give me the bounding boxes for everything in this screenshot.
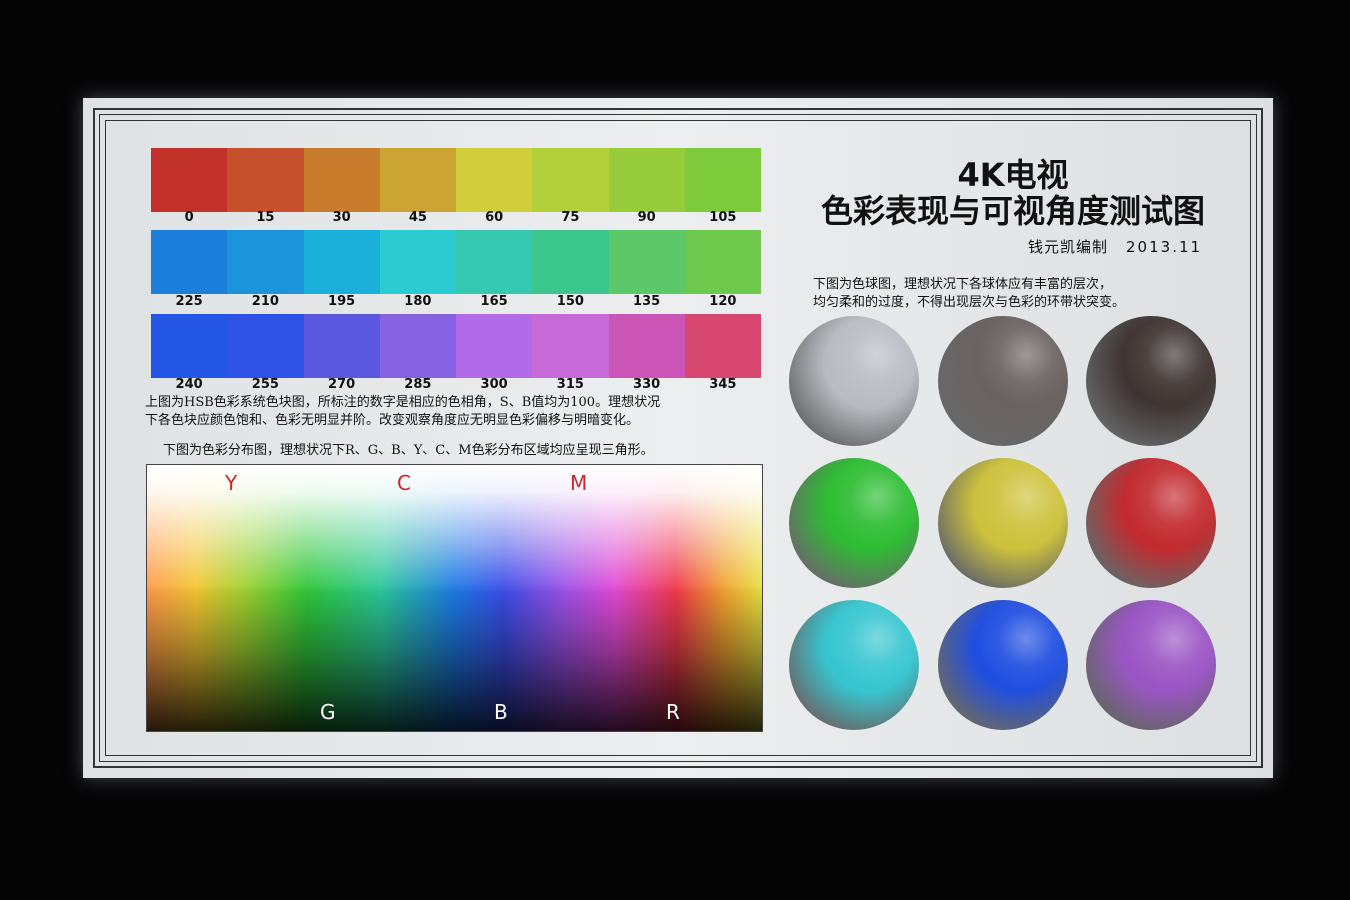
projected-test-chart: 0 15 30 45 60 75 90 105 225 210 195 180 … <box>83 98 1273 778</box>
hue-swatch-330 <box>608 314 685 378</box>
hue-swatch-255 <box>227 314 304 378</box>
label-c: C <box>397 471 411 495</box>
color-ball-1 <box>789 316 919 446</box>
hue-label: 300 <box>480 377 508 392</box>
hue-label: 195 <box>328 294 356 309</box>
hue-label: 330 <box>633 377 661 392</box>
hue-swatch-180 <box>379 230 456 294</box>
hue-swatch-300 <box>456 314 533 378</box>
hue-labels-row-1: 0 15 30 45 60 75 90 105 <box>151 210 761 225</box>
hue-label: 75 <box>561 210 580 225</box>
hue-swatch-150 <box>532 230 609 294</box>
hue-label: 30 <box>332 210 351 225</box>
hue-swatch-315 <box>532 314 609 378</box>
label-g: G <box>320 700 336 724</box>
title-line-2: 色彩表现与可视角度测试图 <box>820 192 1205 230</box>
label-b: B <box>494 700 508 724</box>
hue-labels-row-2: 225 210 195 180 165 150 135 120 <box>151 294 761 309</box>
color-distribution-chart: Y C M G B R <box>146 464 763 732</box>
hue-label: 255 <box>251 377 279 392</box>
hue-labels-row-3: 240 255 270 285 300 315 330 345 <box>151 377 761 392</box>
hue-swatch-165 <box>456 230 533 294</box>
color-ball-5 <box>938 458 1068 588</box>
hsb-caption-line-1: 上图为HSB色彩系统色块图，所标注的数字是相应的色相角，S、B值均为100。理想… <box>145 395 661 410</box>
hue-swatch-30 <box>303 148 380 212</box>
hue-label: 90 <box>637 210 656 225</box>
hue-label: 225 <box>175 294 203 309</box>
hue-label: 285 <box>404 377 432 392</box>
hue-label: 120 <box>709 294 737 309</box>
hue-swatch-15 <box>227 148 304 212</box>
label-r: R <box>666 700 680 724</box>
hue-label: 150 <box>556 294 584 309</box>
hue-swatch-345 <box>684 314 761 378</box>
color-ball-7 <box>789 600 919 730</box>
hue-label: 135 <box>633 294 661 309</box>
hue-label: 45 <box>408 210 427 225</box>
hue-swatch-row-1 <box>151 148 761 212</box>
hue-swatch-90 <box>608 148 685 212</box>
hue-label: 210 <box>251 294 279 309</box>
hue-swatch-row-2 <box>151 230 761 294</box>
color-ball-3 <box>1086 316 1216 446</box>
hue-label: 165 <box>480 294 508 309</box>
hue-label: 60 <box>485 210 504 225</box>
color-ball-9 <box>1086 600 1216 730</box>
hue-swatch-0 <box>151 148 228 212</box>
hue-swatch-120 <box>684 230 761 294</box>
hue-swatch-135 <box>608 230 685 294</box>
author-date: 2013.11 <box>1126 238 1203 256</box>
hue-label: 240 <box>175 377 203 392</box>
author-line: 钱元凯编制 2013.11 <box>1028 236 1202 257</box>
hue-swatch-45 <box>379 148 456 212</box>
hue-label: 270 <box>328 377 356 392</box>
color-ball-2 <box>938 316 1068 446</box>
hue-label: 0 <box>184 210 194 225</box>
color-ball-6 <box>1086 458 1216 588</box>
hue-swatch-195 <box>303 230 380 294</box>
hue-swatch-row-3 <box>151 314 761 378</box>
ball-caption-line-2: 均匀柔和的过度，不得出现层次与色彩的环带状突变。 <box>813 295 1126 310</box>
distribution-black-fade <box>147 465 762 731</box>
author-name: 钱元凯编制 <box>1028 238 1109 256</box>
ball-caption-line-1: 下图为色球图，理想状况下各球体应有丰富的层次， <box>813 277 1113 292</box>
color-ball-8 <box>938 600 1068 730</box>
hsb-caption-line-2: 下各色块应颜色饱和、色彩无明显并阶。改变观察角度应无明显色彩偏移与明暗变化。 <box>145 413 640 428</box>
hue-swatch-210 <box>227 230 304 294</box>
hue-swatch-225 <box>151 230 228 294</box>
hue-swatch-240 <box>151 314 228 378</box>
hue-label: 105 <box>709 210 737 225</box>
hue-label: 345 <box>709 377 737 392</box>
hue-swatch-75 <box>532 148 609 212</box>
distribution-caption: 下图为色彩分布图，理想状况下R、G、B、Y、C、M色彩分布区域均应呈现三角形。 <box>163 443 654 458</box>
hue-swatch-60 <box>456 148 533 212</box>
hue-label: 15 <box>256 210 275 225</box>
hue-label: 180 <box>404 294 432 309</box>
label-m: M <box>570 471 588 495</box>
hue-label: 315 <box>556 377 584 392</box>
hue-swatch-285 <box>379 314 456 378</box>
hue-swatch-270 <box>303 314 380 378</box>
color-ball-4 <box>789 458 919 588</box>
label-y: Y <box>225 471 238 495</box>
hue-swatch-105 <box>684 148 761 212</box>
